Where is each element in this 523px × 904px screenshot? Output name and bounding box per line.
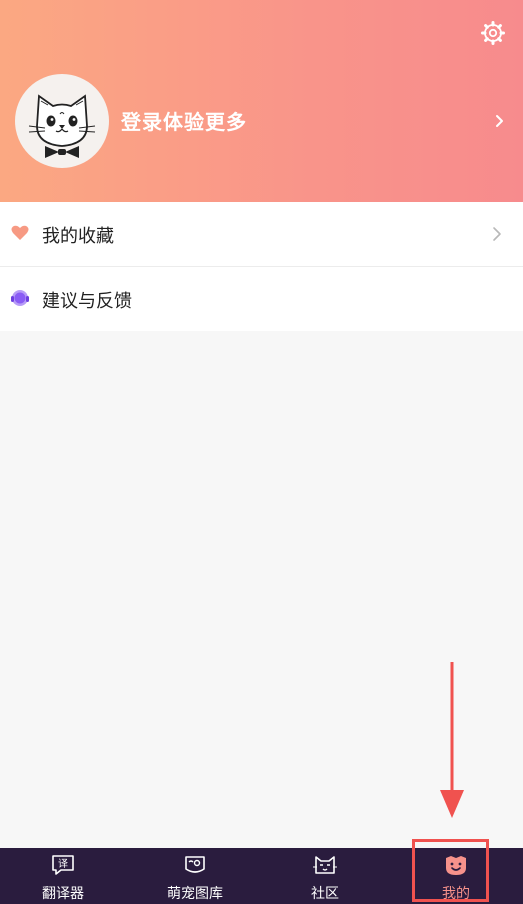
tab-community[interactable]: 社区	[280, 848, 370, 904]
tab-translator[interactable]: 译 翻译器	[14, 848, 112, 904]
tab-label: 翻译器	[42, 886, 84, 902]
svg-text:译: 译	[58, 858, 68, 870]
tab-label: 萌宠图库	[167, 886, 223, 902]
avatar[interactable]	[15, 74, 109, 168]
menu-list: 我的收藏 建议与反馈	[0, 202, 523, 331]
menu-item-label: 建议与反馈	[42, 291, 132, 312]
heart-icon	[11, 225, 29, 240]
translate-speech-icon: 译	[52, 855, 74, 875]
menu-item-label: 我的收藏	[42, 226, 114, 247]
menu-item-feedback[interactable]: 建议与反馈	[0, 267, 523, 331]
cat-avatar-icon	[28, 94, 96, 158]
profile-header: 登录体验更多	[0, 0, 523, 202]
login-prompt[interactable]: 登录体验更多	[121, 106, 247, 135]
pet-gallery-icon	[185, 856, 205, 873]
highlight-box	[412, 839, 489, 902]
chevron-right-icon[interactable]	[492, 111, 506, 131]
tab-label: 社区	[311, 886, 339, 902]
menu-item-favorites[interactable]: 我的收藏	[0, 202, 523, 267]
cat-face-icon	[313, 856, 337, 874]
gear-icon[interactable]	[480, 20, 506, 46]
tab-pet-gallery[interactable]: 萌宠图库	[145, 848, 245, 904]
headset-icon	[11, 290, 29, 306]
arrow-down-annotation	[440, 662, 464, 818]
chevron-right-icon	[493, 227, 501, 241]
